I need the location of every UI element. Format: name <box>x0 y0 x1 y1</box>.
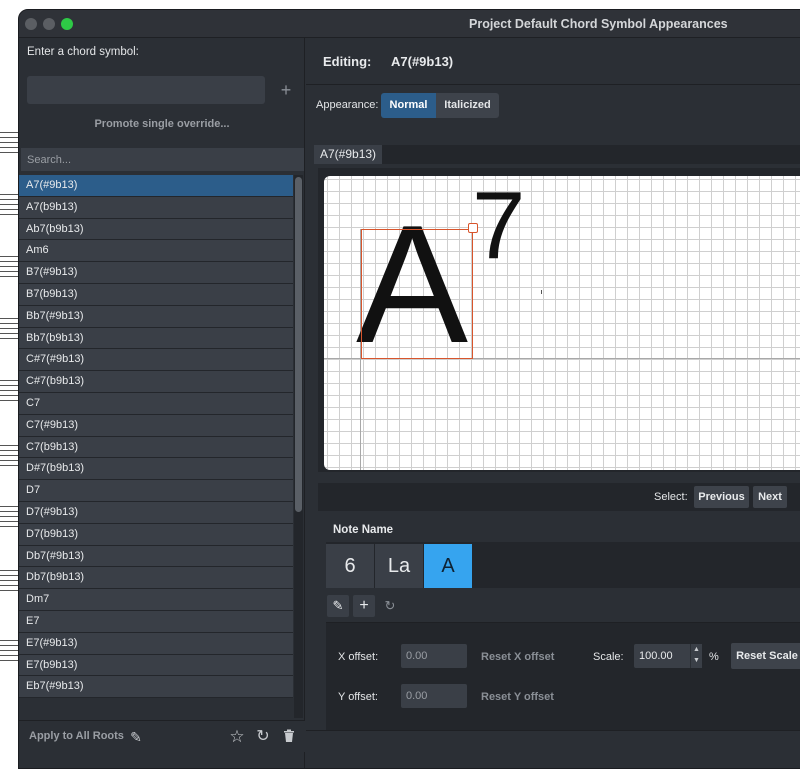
scale-stepper[interactable]: ▲ ▼ <box>690 644 702 668</box>
reset-scale-button[interactable]: Reset Scale <box>731 643 800 669</box>
chord-list-item[interactable]: E7 <box>19 610 293 633</box>
chord-list-item[interactable]: Am6 <box>19 240 293 263</box>
scale-unit: % <box>709 651 719 663</box>
properties-panel: X offset: 0.00 Reset X offset Y offset: … <box>326 622 800 730</box>
chord-list-item[interactable]: C#7(b9b13) <box>19 371 293 393</box>
select-label: Select: <box>654 491 688 503</box>
resize-handle[interactable] <box>468 223 478 233</box>
tab-bar: A7(#9b13) <box>314 145 800 164</box>
chord-list-item[interactable]: Bb7(#9b13) <box>19 305 293 328</box>
edit-pencil-icon[interactable]: ✎ <box>327 595 349 617</box>
chord-list-item[interactable]: D7(b9b13) <box>19 523 293 546</box>
window-title: Project Default Chord Symbol Appearances <box>469 17 728 31</box>
chord-list-item[interactable]: C7(#9b13) <box>19 414 293 437</box>
close-window-button[interactable] <box>25 18 37 30</box>
apply-to-all-roots-button[interactable]: Apply to All Roots <box>29 730 124 742</box>
chord-list-item[interactable]: B7(b9b13) <box>19 283 293 306</box>
appearance-label: Appearance: <box>316 99 379 111</box>
chord-list-item[interactable]: Db7(b9b13) <box>19 567 293 590</box>
editor-panel: Editing: A7(#9b13) Appearance: Normal It… <box>306 38 800 768</box>
note-option-6[interactable]: 6 <box>326 544 374 588</box>
minimize-window-button[interactable] <box>43 18 55 30</box>
divider <box>306 84 800 85</box>
chord-list-item[interactable]: D7(#9b13) <box>19 501 293 524</box>
chord-list-item[interactable]: B7(#9b13) <box>19 262 293 284</box>
left-footer: Apply to All Roots ✎ ☆ ↻ <box>19 720 305 752</box>
chord-list-item[interactable]: Db7(#9b13) <box>19 545 293 568</box>
chord-list-item[interactable]: E7(#9b13) <box>19 632 293 655</box>
chevron-down-icon[interactable]: ▼ <box>691 655 702 666</box>
chord-list-item[interactable]: Dm7 <box>19 589 293 611</box>
editing-value: A7(#9b13) <box>391 54 454 69</box>
preview-area: A 7 <box>318 168 800 472</box>
promote-override-button[interactable]: Promote single override... <box>19 118 305 130</box>
chord-list-item[interactable]: E7(b9b13) <box>19 654 293 677</box>
x-offset-field[interactable]: 0.00 <box>401 644 467 668</box>
reset-x-offset-button[interactable]: Reset X offset <box>481 651 554 663</box>
chord-list-item[interactable]: Bb7(b9b13) <box>19 327 293 350</box>
y-offset-label: Y offset: <box>338 691 378 703</box>
reset-icon[interactable]: ↻ <box>252 726 274 748</box>
reset-icon[interactable]: ↻ <box>379 595 401 617</box>
preview-canvas[interactable]: A 7 <box>324 176 800 470</box>
scale-label: Scale: <box>593 651 624 663</box>
trash-icon[interactable] <box>278 726 300 748</box>
maximize-window-button[interactable] <box>61 18 73 30</box>
search-input[interactable] <box>21 148 304 171</box>
add-plus-icon[interactable]: + <box>353 595 375 617</box>
scale-field[interactable]: 100.00 <box>634 644 690 668</box>
add-chord-button[interactable]: + <box>275 76 297 104</box>
chord-appearances-window: Project Default Chord Symbol Appearances… <box>18 9 800 769</box>
chord-list-item[interactable]: Eb7(#9b13) <box>19 676 293 699</box>
title-bar: Project Default Chord Symbol Appearances <box>19 10 800 38</box>
chord-list-item[interactable]: C7 <box>19 392 293 415</box>
chord-list-item[interactable]: D#7(b9b13) <box>19 458 293 481</box>
cursor-mark <box>541 290 542 294</box>
chord-list-item[interactable]: Ab7(b9b13) <box>19 218 293 241</box>
star-icon[interactable]: ☆ <box>226 726 248 748</box>
chord-list-panel: Enter a chord symbol: + Promote single o… <box>19 38 305 768</box>
y-offset-field[interactable]: 0.00 <box>401 684 467 708</box>
chord-list-item[interactable]: C#7(#9b13) <box>19 349 293 372</box>
previous-button[interactable]: Previous <box>694 486 749 508</box>
editing-label: Editing: <box>323 54 372 69</box>
appearance-normal-button[interactable]: Normal <box>381 93 436 118</box>
next-button[interactable]: Next <box>753 486 787 508</box>
chord-list-item[interactable]: A7(b9b13) <box>19 196 293 219</box>
plus-icon: + <box>280 80 292 100</box>
enter-chord-label: Enter a chord symbol: <box>27 46 139 58</box>
chord-symbol-input[interactable] <box>27 76 265 104</box>
appearance-italicized-button[interactable]: Italicized <box>436 93 499 118</box>
pencil-icon[interactable]: ✎ <box>125 726 147 748</box>
reset-y-offset-button[interactable]: Reset Y offset <box>481 691 554 703</box>
chord-list-item[interactable]: D7 <box>19 480 293 502</box>
tool-row: ✎ + ↻ <box>326 594 800 618</box>
chord-list: A7(#9b13) A7(b9b13) Ab7(b9b13) Am6 B7(#9b13)… <box>19 175 293 718</box>
selection-box[interactable] <box>361 229 473 359</box>
bottom-strip <box>306 730 800 768</box>
chord-extension-glyph[interactable]: 7 <box>472 178 525 274</box>
select-bar: Select: Previous Next <box>318 483 800 511</box>
section-title: Note Name <box>333 524 394 536</box>
chord-list-item[interactable]: C7(b9b13) <box>19 436 293 459</box>
chord-list-item[interactable]: A7(#9b13) <box>19 175 293 197</box>
x-offset-label: X offset: <box>338 651 379 663</box>
note-option-la[interactable]: La <box>375 544 423 588</box>
tab-chord[interactable]: A7(#9b13) <box>314 145 383 164</box>
note-option-a[interactable]: A <box>424 544 472 588</box>
scrollbar-thumb[interactable] <box>295 177 302 512</box>
chevron-up-icon[interactable]: ▲ <box>691 644 702 655</box>
note-name-options: 6 La A <box>326 542 800 588</box>
chord-list-scrollbar[interactable] <box>294 175 303 718</box>
